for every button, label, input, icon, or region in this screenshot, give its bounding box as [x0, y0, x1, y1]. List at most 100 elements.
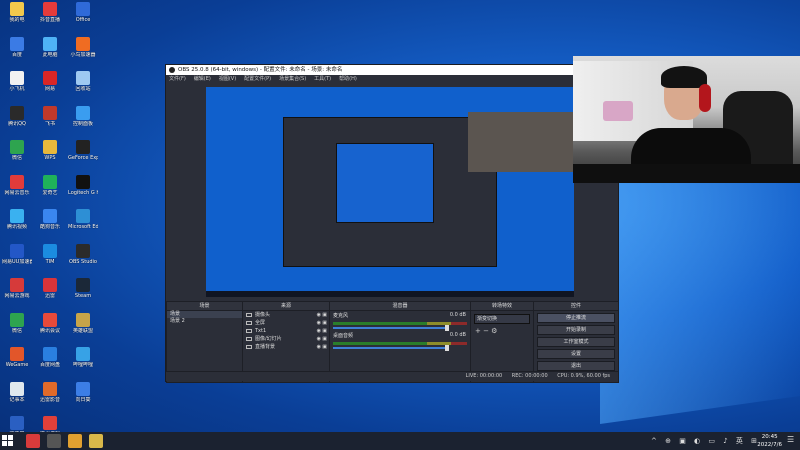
lock-icon[interactable]: ▣	[322, 335, 327, 343]
app-icon	[10, 140, 24, 154]
control-button[interactable]: 开始录制	[537, 325, 615, 335]
desktop-icon[interactable]: 腾讯QQ	[2, 105, 32, 140]
desktop-icon[interactable]: OBS Studio	[68, 243, 98, 278]
obs-logo-icon	[169, 67, 175, 73]
desktop-icon[interactable]: 回收站	[68, 71, 98, 105]
eye-icon[interactable]: ◉	[317, 335, 321, 343]
desktop-icon[interactable]: 迅雷影音	[35, 381, 65, 416]
desktop-icon-label: 百度	[11, 51, 22, 58]
desktop-icon[interactable]: 百度网盘	[35, 347, 65, 381]
lock-icon[interactable]: ▣	[322, 327, 327, 335]
transition-toolbar[interactable]: + − ⚙	[471, 327, 533, 335]
app-icon	[10, 381, 24, 396]
desktop-icon-label: 迅雷	[44, 293, 55, 299]
start-windows-icon[interactable]	[2, 435, 14, 447]
volume-fader[interactable]	[333, 345, 449, 351]
desktop-icon[interactable]: 网易云音乐	[2, 174, 32, 209]
volume-fader[interactable]	[333, 325, 449, 331]
desktop-icon[interactable]: 向日葵	[68, 381, 98, 416]
desktop-icon[interactable]: 网易UU加速器	[2, 243, 32, 278]
preview-nested-obs	[283, 117, 497, 267]
notification-icon[interactable]: ☰	[787, 435, 797, 445]
desktop-icon[interactable]: 腾讯会议	[35, 312, 65, 347]
scene-item[interactable]: 场景 2	[167, 318, 242, 325]
desktop-icon-label: 小鸟加速器	[70, 51, 96, 58]
desktop-icon[interactable]: Logitech G HUB	[68, 174, 98, 209]
control-button[interactable]: 退出	[537, 361, 615, 371]
desk	[573, 164, 800, 183]
desktop-icon[interactable]: WeGame	[2, 347, 32, 381]
menu-item[interactable]: 场景集合(S)	[279, 76, 306, 82]
desktop-icon[interactable]: Steam	[68, 278, 98, 312]
lock-icon[interactable]: ▣	[322, 343, 327, 351]
scene-item[interactable]: 场景	[167, 311, 242, 318]
desktop-icon[interactable]: 腾讯视频	[2, 209, 32, 243]
desktop-icon[interactable]: 哔哩哔哩	[68, 347, 98, 381]
source-item[interactable]: 图像/幻灯片 ◉ ▣	[243, 335, 329, 343]
desktop-icon[interactable]: 微信	[2, 140, 32, 174]
eye-icon[interactable]: ◉	[317, 319, 321, 327]
scenes-header: 场景	[167, 302, 242, 311]
desktop-icon[interactable]: WPS	[35, 140, 65, 174]
eye-icon[interactable]: ◉	[317, 327, 321, 335]
mixer-track-mic[interactable]: 麦克风 0.0 dB	[330, 311, 470, 331]
taskbar-app-icon[interactable]	[47, 434, 61, 448]
taskbar-app-icon[interactable]	[26, 434, 40, 448]
desktop-icon[interactable]: 此电脑	[35, 36, 65, 71]
desktop-icon[interactable]: 迅雷	[35, 278, 65, 312]
app-icon	[43, 71, 57, 85]
control-button[interactable]: 工作室模式	[537, 337, 615, 347]
desktop-icon[interactable]: Microsoft Edge	[68, 209, 98, 243]
app-icon	[43, 105, 57, 120]
taskbar-clock[interactable]: 20:45 2022/7/6	[757, 433, 782, 449]
transition-select[interactable]: 渐变切换	[474, 314, 530, 324]
source-item[interactable]: 直播背景 ◉ ▣	[243, 343, 329, 351]
desktop-icon[interactable]: 爱奇艺	[35, 174, 65, 209]
desktop-icon-grid: 我的电 抖音直播 Office 百度 此电脑 小鸟加速器小飞机 网易 回收站腾讯QQ 飞书 控制面…	[2, 2, 112, 437]
menu-item[interactable]: 视图(V)	[219, 76, 236, 82]
app-icon	[43, 209, 57, 223]
obs-preview[interactable]	[206, 87, 574, 297]
control-button[interactable]: 停止推流	[537, 313, 615, 323]
desktop-icon[interactable]: 酷狗音乐	[35, 209, 65, 243]
desktop-icon[interactable]: 网易	[35, 71, 65, 105]
desktop-icon[interactable]: 控制面板	[68, 105, 98, 140]
source-item[interactable]: 摄像头 ◉ ▣	[243, 311, 329, 319]
menu-item[interactable]: 编辑(E)	[194, 76, 211, 82]
system-tray[interactable]: ^ ⊕ ▣ ◐ ▭ ♪ 英 ⊞	[651, 436, 760, 446]
live-status: LIVE: 00:00:00	[465, 373, 503, 379]
desktop-icon[interactable]: TIM	[35, 243, 65, 278]
menu-item[interactable]: 配置文件(P)	[244, 76, 271, 82]
obs-title-bar[interactable]: OBS 25.0.8 (64-bit, windows) - 配置文件: 未命名…	[166, 65, 618, 75]
desktop-icon-label: Microsoft Edge	[68, 224, 98, 230]
obs-window[interactable]: OBS 25.0.8 (64-bit, windows) - 配置文件: 未命名…	[165, 64, 619, 383]
desktop-icon[interactable]: GeForce Experience	[68, 140, 98, 174]
lock-icon[interactable]: ▣	[322, 319, 327, 327]
desktop-icon[interactable]: 我的电	[2, 2, 32, 36]
desktop-icon[interactable]: Office	[68, 2, 98, 36]
eye-icon[interactable]: ◉	[317, 343, 321, 351]
desktop-icon[interactable]: 记事本	[2, 381, 32, 416]
source-item[interactable]: Txt1 ◉ ▣	[243, 327, 329, 335]
menu-item[interactable]: 文件(F)	[169, 76, 186, 82]
desktop-icon[interactable]: 网易云游戏	[2, 278, 32, 312]
desktop-icon[interactable]: 小鸟加速器	[68, 36, 98, 71]
desktop-icon[interactable]: 英雄联盟	[68, 312, 98, 347]
taskbar-app-icon[interactable]	[68, 434, 82, 448]
desktop-icon[interactable]: 抖音直播	[35, 2, 65, 36]
desktop-icon[interactable]: 飞书	[35, 105, 65, 140]
app-icon	[76, 209, 90, 223]
control-button[interactable]: 设置	[537, 349, 615, 359]
mixer-track-desktop[interactable]: 桌面音频 0.0 dB	[330, 331, 470, 351]
desktop-icon[interactable]: 小飞机	[2, 71, 32, 105]
desktop-icon[interactable]: 微信	[2, 312, 32, 347]
mixer-header: 混音器	[330, 302, 470, 311]
taskbar-app-icon[interactable]	[89, 434, 103, 448]
desktop-icon[interactable]: 百度	[2, 36, 32, 71]
menu-item[interactable]: 工具(T)	[314, 76, 331, 82]
menu-item[interactable]: 帮助(H)	[339, 76, 357, 82]
app-icon	[43, 347, 57, 361]
eye-icon[interactable]: ◉	[317, 311, 321, 319]
lock-icon[interactable]: ▣	[322, 311, 327, 319]
source-item[interactable]: 全屏 ◉ ▣	[243, 319, 329, 327]
